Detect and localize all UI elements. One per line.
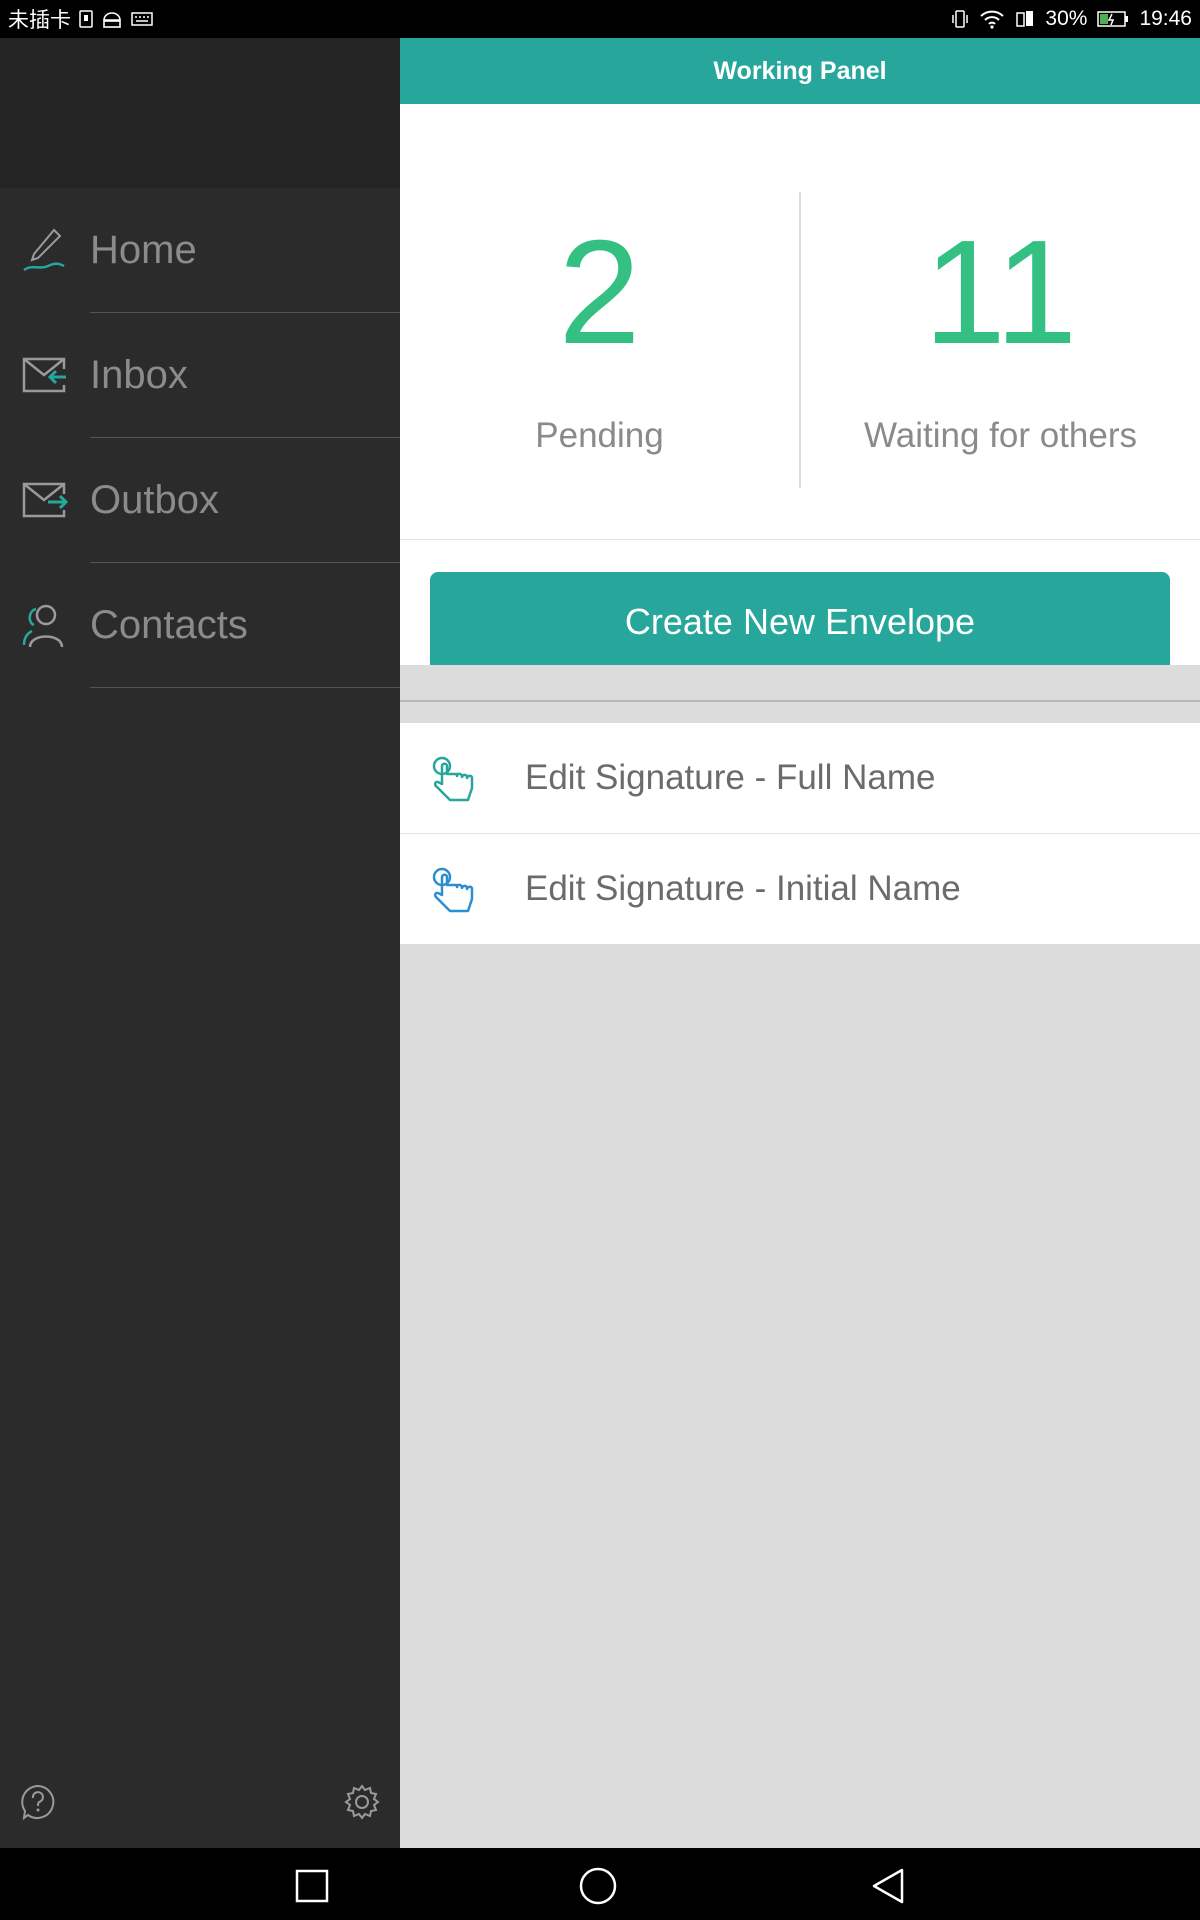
help-icon[interactable] <box>20 1784 56 1820</box>
carrier-text: 未插卡 <box>8 9 71 32</box>
data-icon <box>1015 9 1035 29</box>
page-title: Working Panel <box>400 38 1200 104</box>
sim-icon <box>79 10 93 28</box>
navigation-drawer: Home Inbox Outbox Contacts <box>0 38 400 1848</box>
nav-divider <box>90 687 400 688</box>
android-icon <box>101 10 123 28</box>
nav-label-inbox: Inbox <box>90 353 188 397</box>
settings-gear-icon[interactable] <box>344 1784 380 1820</box>
nav-label-contacts: Contacts <box>90 603 248 647</box>
stat-waiting[interactable]: 11 Waiting for others <box>801 104 1200 540</box>
drawer-header <box>0 38 400 188</box>
stat-waiting-count: 11 <box>923 210 1078 375</box>
stats-card: 2 Pending 11 Waiting for others <box>400 104 1200 540</box>
battery-percent: 30% <box>1045 7 1088 30</box>
pen-signature-icon <box>23 228 65 272</box>
nav-item-contacts[interactable]: Contacts <box>0 563 400 688</box>
nav-item-home[interactable]: Home <box>0 188 400 313</box>
stat-pending[interactable]: 2 Pending <box>400 104 799 540</box>
section-divider <box>400 700 1200 702</box>
signature-list: Edit Signature - Full Name Edit Signatur… <box>400 723 1200 944</box>
wifi-icon <box>979 9 1005 29</box>
tap-hand-icon <box>432 867 474 913</box>
status-bar: 未插卡 30% 19:46 <box>0 0 1200 38</box>
list-item-edit-initial-name[interactable]: Edit Signature - Initial Name <box>400 833 1200 944</box>
section-gap <box>400 665 1200 723</box>
nav-label-outbox: Outbox <box>90 478 219 522</box>
home-circle-icon[interactable] <box>578 1866 618 1906</box>
recents-square-icon[interactable] <box>292 1866 332 1906</box>
list-item-edit-full-name[interactable]: Edit Signature - Full Name <box>400 723 1200 833</box>
stat-pending-count: 2 <box>558 210 641 375</box>
vibrate-icon <box>951 9 969 29</box>
battery-icon <box>1097 10 1129 28</box>
clock-time: 19:46 <box>1139 7 1192 30</box>
keyboard-icon <box>131 11 153 27</box>
tap-hand-icon <box>432 756 474 802</box>
list-item-label: Edit Signature - Full Name <box>525 758 936 797</box>
create-new-envelope-button[interactable]: Create New Envelope <box>430 572 1170 672</box>
nav-item-outbox[interactable]: Outbox <box>0 438 400 563</box>
stat-waiting-label: Waiting for others <box>864 416 1137 455</box>
stat-pending-label: Pending <box>535 416 664 455</box>
nav-label-home: Home <box>90 228 197 272</box>
working-panel: Working Panel 2 Pending 11 Waiting for o… <box>400 38 1200 1848</box>
system-navigation-bar <box>0 1848 1200 1920</box>
contacts-icon <box>22 604 64 648</box>
back-triangle-icon[interactable] <box>868 1866 908 1906</box>
list-item-label: Edit Signature - Initial Name <box>525 869 961 908</box>
create-button-area: Create New Envelope <box>400 540 1200 672</box>
inbox-envelope-icon <box>22 357 66 393</box>
nav-item-inbox[interactable]: Inbox <box>0 313 400 438</box>
outbox-envelope-icon <box>22 482 68 518</box>
